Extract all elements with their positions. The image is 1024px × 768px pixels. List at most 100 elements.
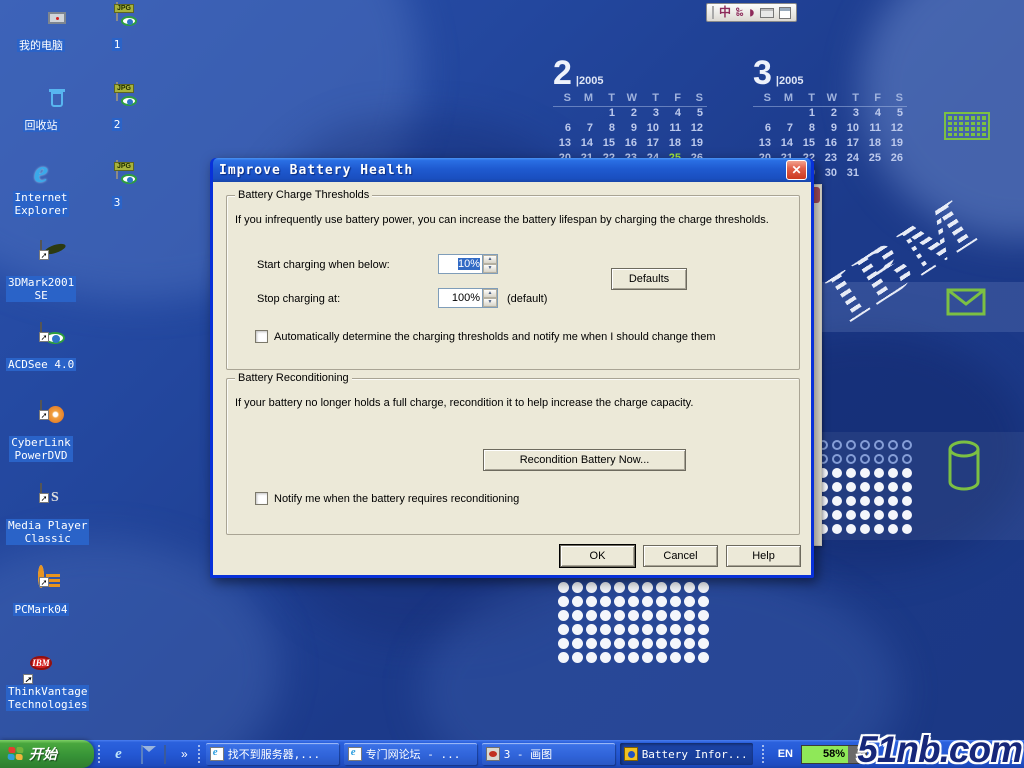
keyboard-grid-cell [977, 127, 981, 131]
cancel-button[interactable]: Cancel [643, 545, 718, 567]
dot [888, 440, 898, 450]
task-label: 3 - 画图 [504, 746, 553, 762]
calendar-day: 24 [841, 152, 863, 167]
spinner-value[interactable]: 100% [439, 289, 482, 307]
keyboard-grid-icon [944, 112, 990, 140]
dot [614, 624, 625, 635]
internet-explorer-icon: e [34, 153, 48, 189]
taskbar-grip[interactable] [198, 745, 202, 763]
desktop-icon-label: ThinkVantage Technologies [6, 685, 89, 711]
calendar-day: 31 [841, 167, 863, 182]
taskbar-task-item[interactable]: 3 - 画图 [482, 743, 615, 765]
taskbar-task-active[interactable]: Battery Infor... [620, 743, 753, 765]
calendar-day [575, 107, 597, 122]
desktop-icon-mpc[interactable]: ➚Media Player Classic [6, 484, 76, 547]
keyboard-grid-cell [948, 127, 952, 131]
dot [572, 582, 583, 593]
calendar-day: 17 [641, 137, 663, 152]
ime-language-bar[interactable]: 中 ‰ ◗ [706, 3, 797, 22]
dot [684, 652, 695, 663]
taskbar-task-item[interactable]: 专门网论坛 - ... [344, 743, 477, 765]
dot [888, 468, 898, 478]
quick-launch-ie-icon[interactable]: e [110, 746, 127, 763]
calendar-day: 7 [575, 122, 597, 137]
dot [888, 482, 898, 492]
keyboard-grid-cell [965, 133, 969, 137]
taskbar-grip[interactable] [98, 745, 102, 763]
calendar-day: 12 [885, 122, 907, 137]
desktop-icon-jpg-1[interactable]: JPG1 [82, 3, 152, 53]
auto-thresholds-checkbox[interactable] [255, 330, 268, 343]
dialog-body: Battery Charge Thresholds If you infrequ… [213, 182, 811, 575]
spin-up-icon[interactable]: ▲ [483, 255, 497, 264]
quick-launch-mail-icon[interactable] [141, 745, 143, 764]
recondition-battery-button[interactable]: Recondition Battery Now... [483, 449, 686, 471]
ime-grip-handle[interactable] [712, 6, 714, 19]
dot [614, 652, 625, 663]
improve-battery-health-dialog: Improve Battery Health ✕ Battery Charge … [210, 158, 814, 578]
desktop-icon-label: PCMark04 [13, 603, 70, 616]
quick-launch-chevron-icon[interactable]: » [179, 747, 190, 761]
shortcut-arrow-icon: ➚ [39, 577, 49, 587]
desktop-icon-label: Internet Explorer [13, 191, 70, 217]
desktop-icon-acdsee[interactable]: ➚ACDSee 4.0 [6, 323, 76, 373]
dot [642, 638, 653, 649]
dot [860, 482, 870, 492]
ime-punctuation-icon[interactable]: ‰ [736, 4, 743, 21]
group-title: Battery Charge Thresholds [235, 189, 372, 201]
ime-pen-icon[interactable]: ◗ [748, 4, 755, 21]
calendar-day [885, 167, 907, 182]
stop-charging-spinner[interactable]: 100% ▲ ▼ [438, 288, 498, 308]
ok-button[interactable]: OK [560, 545, 635, 567]
dot [614, 582, 625, 593]
close-button[interactable]: ✕ [786, 160, 807, 180]
ime-menu-icon[interactable] [779, 7, 791, 19]
keyboard-grid-cell [965, 122, 969, 126]
auto-thresholds-label: Automatically determine the charging thr… [274, 331, 715, 343]
desktop-icon-internet-explorer[interactable]: eInternet Explorer [6, 156, 76, 219]
ie-page-icon [348, 747, 362, 761]
help-button[interactable]: Help [726, 545, 801, 567]
taskbar-grip[interactable] [762, 745, 766, 763]
ime-chinese-mode-icon[interactable]: 中 [719, 4, 731, 21]
dot [874, 440, 884, 450]
calendar-day: 26 [885, 152, 907, 167]
calendar-day: 5 [885, 107, 907, 122]
group-title: Battery Reconditioning [235, 372, 352, 384]
taskbar-task-item[interactable]: 找不到服务器,... [206, 743, 339, 765]
quick-launch-show-desktop-icon[interactable] [164, 745, 166, 764]
start-button[interactable]: 开始 [0, 740, 94, 768]
ime-soft-keyboard-icon[interactable] [760, 8, 774, 18]
dot [846, 524, 856, 534]
desktop-icon-jpg-2[interactable]: JPG2 [82, 83, 152, 133]
desktop-icon-3dmark[interactable]: ➚3DMark2001 SE [6, 241, 76, 304]
dot [874, 454, 884, 464]
dot [832, 468, 842, 478]
desktop-icon-pcmark[interactable]: ➚ PCMark04 [6, 568, 76, 618]
dialog-title: Improve Battery Health [219, 163, 413, 178]
keyboard-grid-cell [977, 122, 981, 126]
calendar-day-header: M [575, 92, 597, 107]
dot [628, 582, 639, 593]
desktop-icon-my-computer[interactable]: 我的电脑 [6, 4, 76, 54]
spin-down-icon[interactable]: ▼ [483, 264, 497, 273]
desktop-icon-powerdvd[interactable]: ➚CyberLink PowerDVD [6, 401, 76, 464]
dot [698, 652, 709, 663]
envelope-icon [946, 288, 986, 316]
notify-recondition-checkbox[interactable] [255, 492, 268, 505]
keyboard-grid-cell [971, 127, 975, 131]
dot [586, 596, 597, 607]
start-charging-spinner[interactable]: 10% ▲ ▼ [438, 254, 498, 274]
desktop-icon-thinkvantage[interactable]: IBM➚ThinkVantage Technologies [6, 650, 76, 713]
dialog-title-bar[interactable]: Improve Battery Health ✕ [213, 158, 811, 182]
spin-down-icon[interactable]: ▼ [483, 298, 497, 307]
dot [874, 496, 884, 506]
calendar-day [775, 107, 797, 122]
language-indicator[interactable]: EN [778, 748, 793, 760]
defaults-button[interactable]: Defaults [611, 268, 687, 290]
desktop-icon-jpg-3[interactable]: JPG3 [82, 161, 152, 211]
spin-up-icon[interactable]: ▲ [483, 289, 497, 298]
spinner-value[interactable]: 10% [439, 255, 482, 273]
desktop-icon-recycle-bin[interactable]: 回收站 [6, 84, 76, 134]
calendar-day: 10 [641, 122, 663, 137]
